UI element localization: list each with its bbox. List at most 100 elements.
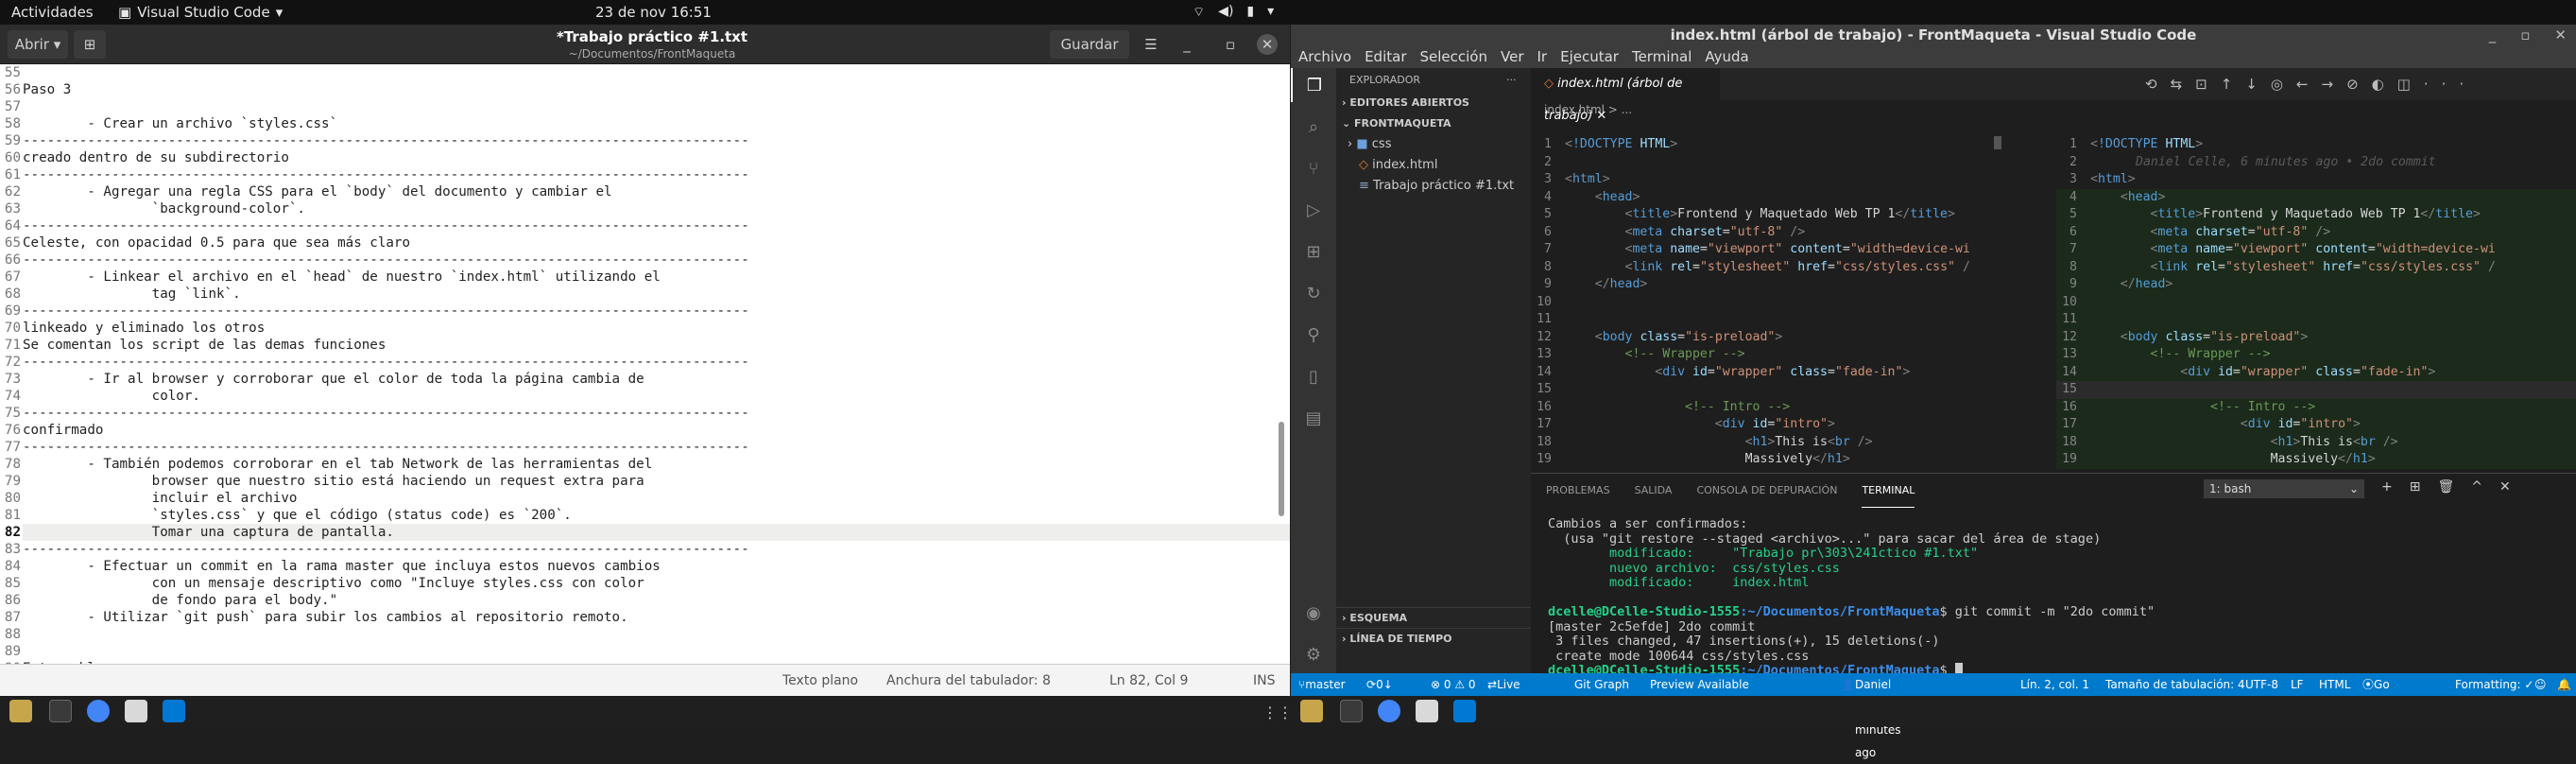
menu-item[interactable]: Terminal [1632, 45, 1692, 68]
file-trabajo-txt[interactable]: ≡ Trabajo práctico #1.txt [1336, 176, 1531, 197]
menu-item[interactable]: Ir [1537, 45, 1548, 68]
code-line: 19 Massively</h1> [1531, 451, 2046, 469]
line-number: 4 [1544, 189, 1552, 204]
menu-item[interactable]: Ver [1501, 45, 1524, 68]
system-tray[interactable]: ⌔ ◀) ▮ ▾ [1193, 4, 1274, 21]
minimize-icon[interactable]: _ [1176, 30, 1198, 59]
preview-button[interactable]: Preview Available [1650, 673, 1749, 696]
timeline-section[interactable]: › LÍNEA DE TIEMPO [1336, 628, 1531, 649]
open-editors-section[interactable]: › EDITORES ABIERTOS [1336, 93, 1531, 113]
tab-output[interactable]: SALIDA [1635, 474, 1673, 508]
tab-problems[interactable]: PROBLEMAS [1546, 474, 1610, 508]
apps-grid-icon[interactable]: ⋮⋮ [1262, 703, 1293, 721]
scrollbar[interactable] [1279, 422, 1284, 516]
feedback-icon[interactable]: ☺ [2534, 673, 2547, 696]
eol[interactable]: LF [2291, 673, 2304, 696]
explorer-icon[interactable]: ❐ [1291, 68, 1336, 102]
minimize-icon[interactable]: _ [2489, 25, 2497, 45]
maximize-icon[interactable]: ▫ [1219, 30, 1242, 59]
git-graph-button[interactable]: Git Graph [1574, 673, 1629, 696]
app-menu[interactable]: ▣ Visual Studio Code ▾ [118, 4, 283, 21]
code-text: Massively</h1> [1744, 452, 1850, 466]
terminal-icon[interactable] [49, 700, 72, 722]
git-graph-icon[interactable]: ⚲ [1291, 318, 1336, 352]
terminal-select[interactable]: 1: bash ⌄ [2204, 479, 2364, 498]
sync-indicator[interactable]: ⟳ 0↓ 1↑ [1366, 673, 1393, 714]
run-debug-icon[interactable]: ▷ [1291, 193, 1336, 227]
menu-item[interactable]: Ayuda [1705, 45, 1748, 68]
tab-debug-console[interactable]: CONSOLA DE DEPURACIÓN [1696, 474, 1837, 508]
chrome-icon[interactable] [87, 700, 110, 722]
close-icon[interactable]: ✕ [1257, 34, 1278, 55]
text-editor[interactable]: 55 56 Paso 3 57 58 - Crear un archivo `style… [0, 64, 1290, 664]
more-icon[interactable]: ··· [1506, 68, 1517, 93]
terminal-actions[interactable]: +⊞🗑^✕ [2381, 479, 2528, 495]
code-line: 8 <link rel="stylesheet" href="css/style… [1531, 259, 2046, 277]
line-number: 72 [0, 354, 23, 371]
language-mode[interactable]: HTML [2319, 673, 2350, 696]
cursor-position[interactable]: Ln 82, Col 9 [1109, 673, 1188, 688]
tab-width-selector[interactable]: Anchura del tabulador: 8 [886, 673, 1051, 688]
cursor-position[interactable]: Lín. 2, col. 1 [2020, 673, 2089, 696]
save-button[interactable]: Guardar [1050, 30, 1129, 59]
bookmark-icon[interactable]: ▯ [1291, 359, 1336, 393]
text-line: 70 linkeado y eliminado los otros [0, 320, 1290, 337]
extensions-icon[interactable]: ⊞ [1291, 234, 1336, 269]
go-live-button[interactable]: ⦿ Go Live [2362, 673, 2397, 714]
code-line: 2 [1531, 154, 2046, 172]
preview-icon[interactable]: ▤ [1291, 401, 1336, 435]
problems-indicator[interactable]: ⊗ 0 ⚠ 0 [1431, 673, 1476, 696]
menu-item[interactable]: Ejecutar [1560, 45, 1619, 68]
diff-left-pane[interactable]: 1 <!DOCTYPE HTML> 2 3 <html> 4 <head> 5 <title… [1531, 136, 2046, 473]
encoding[interactable]: UTF-8 [2245, 673, 2278, 696]
editor-actions[interactable]: ⟲⇆⊡↑↓◎←→⊘◐◫··· [2145, 76, 2477, 93]
text-editor-icon[interactable] [1416, 700, 1438, 722]
menu-item[interactable]: Archivo [1298, 45, 1351, 68]
open-button[interactable]: Abrir ▾ [8, 30, 68, 59]
live-share-button[interactable]: ⇄ Live Share [1487, 673, 1530, 714]
source-control-icon[interactable]: ⑂ [1291, 151, 1336, 185]
indent-setting[interactable]: Tamaño de tabulación: 4 [2105, 673, 2245, 696]
text-editor-icon[interactable] [125, 700, 147, 722]
branch-indicator[interactable]: ⑂ master [1298, 673, 1346, 696]
diff-right-pane[interactable]: 1 <!DOCTYPE HTML> 2 3 <html> 4 <head> 5 <title… [2056, 136, 2576, 473]
activities-button[interactable]: Actividades [11, 4, 94, 21]
menu-item[interactable]: Editar [1365, 45, 1406, 68]
outline-section[interactable]: › ESQUEMA [1336, 607, 1531, 628]
folder-icon: ■ [1356, 137, 1368, 151]
vscode-icon[interactable] [163, 700, 185, 722]
settings-gear-icon[interactable]: ⚙ [1291, 637, 1336, 671]
close-icon[interactable]: ✕ [1596, 109, 1606, 123]
new-tab-button[interactable]: ⊞ [74, 30, 106, 59]
line-number: 10 [2062, 294, 2077, 309]
file-index-html[interactable]: ◇ index.html [1336, 155, 1531, 176]
files-icon[interactable] [9, 700, 32, 722]
formatting-status[interactable]: Formatting: ✓ [2455, 673, 2533, 696]
folder-css[interactable]: › ■ css [1336, 134, 1531, 155]
breadcrumb[interactable]: index.html > ... [1531, 100, 2576, 119]
vscode-icon[interactable] [1453, 700, 1476, 722]
code-text: <html> [2090, 172, 2136, 186]
close-icon[interactable]: ✕ [2554, 25, 2567, 45]
account-icon[interactable]: ◉ [1291, 596, 1336, 630]
menu-item[interactable]: Selección [1420, 45, 1488, 68]
files-icon[interactable] [1300, 700, 1323, 722]
project-section[interactable]: ⌄ FRONTMAQUETA [1336, 113, 1531, 134]
chevron-down-icon: ▾ [1267, 4, 1275, 19]
tab-index-html[interactable]: ◇ index.html (árbol de trabajo) ✕ [1531, 68, 1720, 123]
tab-terminal[interactable]: TERMINAL [1862, 474, 1915, 508]
terminal-icon[interactable] [1340, 700, 1363, 722]
scrollbar[interactable] [1994, 136, 2001, 149]
line-number: 57 [0, 98, 23, 115]
search-icon[interactable]: ⌕ [1291, 110, 1336, 144]
live-share-icon[interactable]: ↻ [1291, 276, 1336, 310]
hamburger-menu-icon[interactable]: ☰ [1135, 30, 1167, 59]
syntax-selector[interactable]: Texto plano [782, 673, 858, 688]
text-line: 59 --------------------------------------… [0, 132, 1290, 149]
terminal-output[interactable]: Cambios a ser confirmados: (usa "git res… [1531, 508, 2576, 679]
chrome-icon[interactable] [1378, 700, 1400, 722]
clock[interactable]: 23 de nov 16:51 [595, 4, 712, 21]
maximize-icon[interactable]: ▫ [2520, 25, 2530, 45]
blame-status[interactable]: 👤 Daniel Celle, 6 minutes ago [1841, 673, 1901, 759]
bell-icon[interactable]: 🔔 [2557, 673, 2571, 696]
